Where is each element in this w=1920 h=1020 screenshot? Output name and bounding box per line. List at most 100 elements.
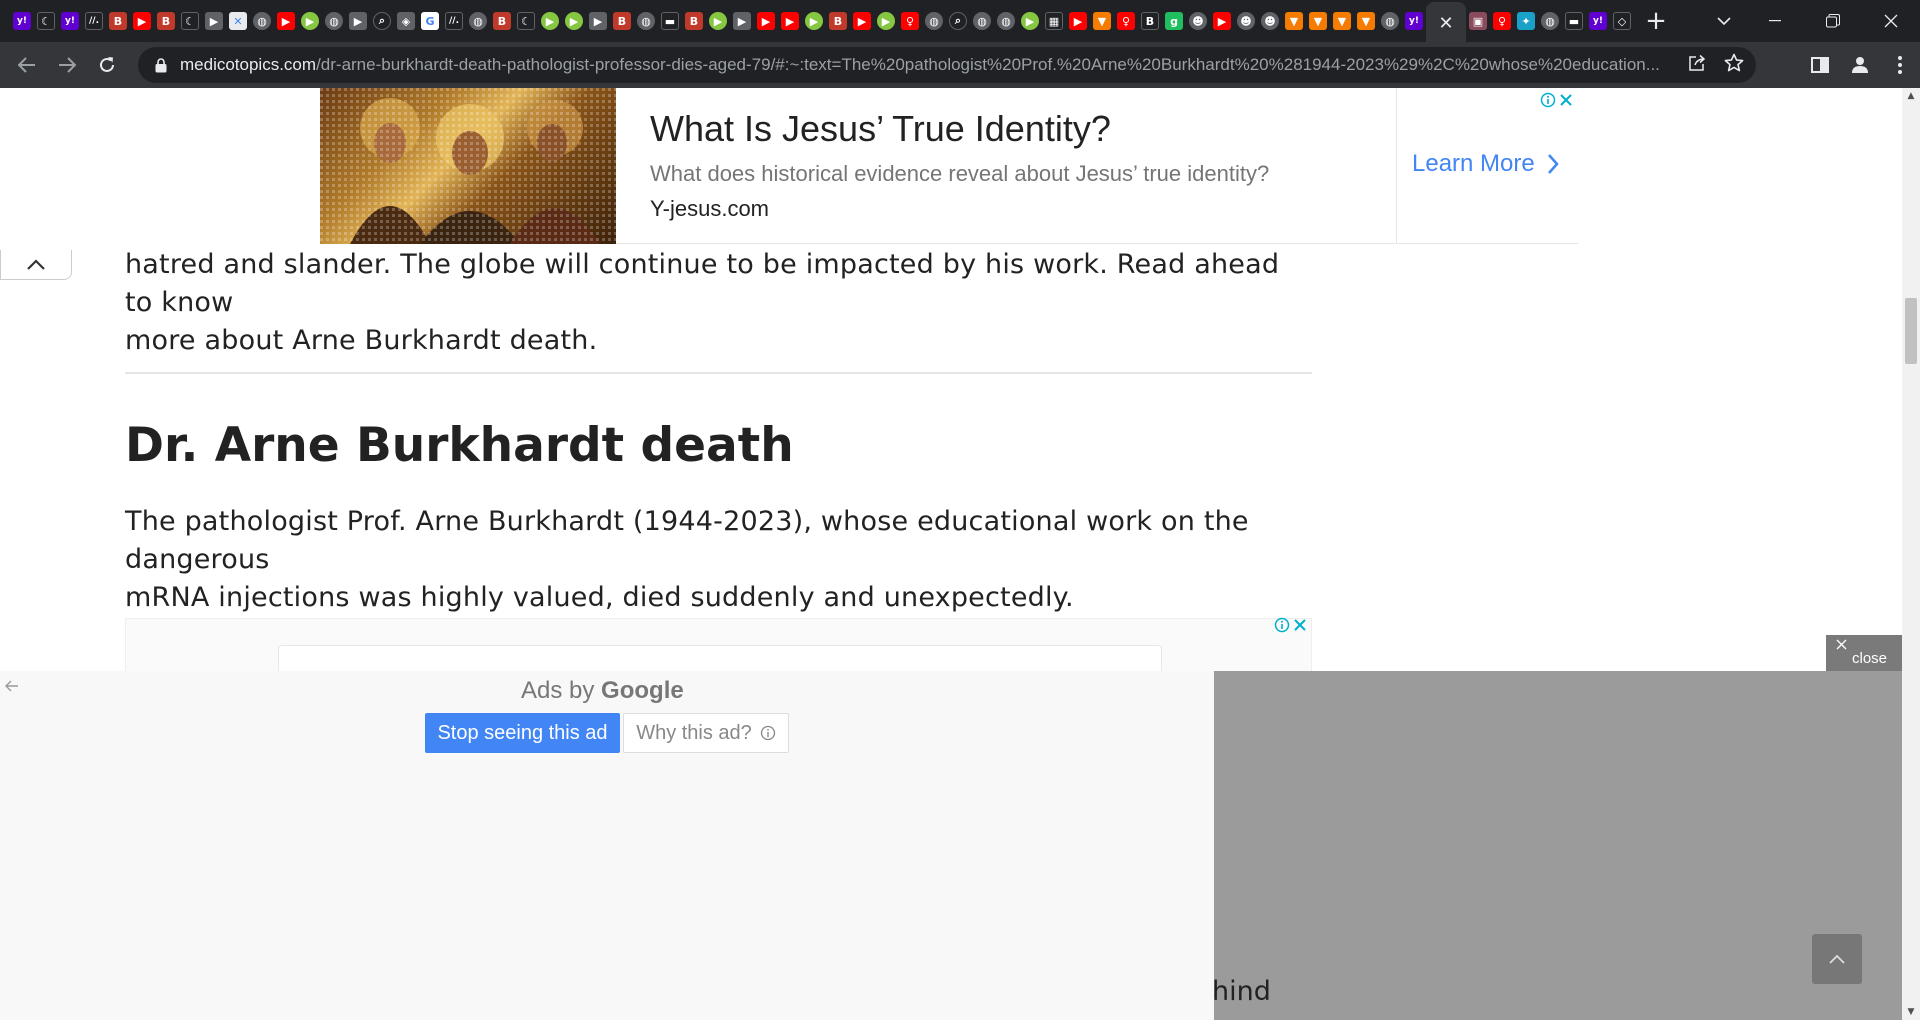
tab-bookmark[interactable]: ▼ <box>1090 0 1114 42</box>
tab-youtube[interactable]: ▶ <box>754 0 778 42</box>
tab-photo[interactable]: ▣ <box>1466 0 1490 42</box>
tab-youtube[interactable]: ▶ <box>1210 0 1234 42</box>
tab-google[interactable]: G <box>418 0 442 42</box>
tab-slash[interactable]: //. <box>442 0 466 42</box>
tab-yahoo[interactable]: y! <box>1586 0 1610 42</box>
tab-youtube[interactable]: ▶ <box>130 0 154 42</box>
adchoices-close-icon[interactable] <box>1294 619 1306 635</box>
tab-search[interactable]: ⌕ <box>946 0 970 42</box>
tab-globe[interactable]: ◍ <box>922 0 946 42</box>
back-arrow-icon[interactable] <box>5 677 19 696</box>
tab-rumble[interactable]: ▶ <box>706 0 730 42</box>
tab-crescent[interactable]: ☾ <box>34 0 58 42</box>
tab-arrow[interactable]: ▶ <box>586 0 610 42</box>
sticky-ad-panel[interactable] <box>1214 671 1902 1020</box>
tab-globe[interactable]: ◍ <box>322 0 346 42</box>
tab-arrow[interactable]: ▶ <box>730 0 754 42</box>
tab-dark[interactable]: ▬ <box>658 0 682 42</box>
tab-arrow[interactable]: ▶ <box>202 0 226 42</box>
tab-rumble[interactable]: ▶ <box>298 0 322 42</box>
tab-bookmark[interactable]: ▼ <box>1354 0 1378 42</box>
tab-globe[interactable]: ◍ <box>1378 0 1402 42</box>
scrollbar-thumb[interactable] <box>1905 298 1917 364</box>
tab-shield[interactable]: ◇ <box>1610 0 1634 42</box>
new-tab-button[interactable]: + <box>1638 0 1674 42</box>
restore-icon[interactable] <box>1804 0 1862 42</box>
tab-bi[interactable]: B <box>154 0 178 42</box>
tab-search-chevron-icon[interactable] <box>1706 0 1742 42</box>
tab-bookmark[interactable]: ▼ <box>1282 0 1306 42</box>
reload-icon[interactable] <box>87 45 127 85</box>
tab-globe[interactable]: ◍ <box>466 0 490 42</box>
tab-globe[interactable]: ◍ <box>994 0 1018 42</box>
tab-yahoo[interactable]: y! <box>10 0 34 42</box>
tab-youtube[interactable]: ▶ <box>778 0 802 42</box>
tab-bookmark[interactable]: ▼ <box>1330 0 1354 42</box>
ad-title[interactable]: What Is Jesus’ True Identity? <box>650 108 1111 150</box>
tab-person[interactable]: ☻ <box>1234 0 1258 42</box>
tab-bi[interactable]: B <box>1138 0 1162 42</box>
tab-rumble[interactable]: ▶ <box>874 0 898 42</box>
adchoices-close-icon[interactable] <box>1560 94 1572 110</box>
tab-yahoo[interactable]: y! <box>58 0 82 42</box>
lock-icon[interactable] <box>152 56 170 74</box>
tab-bi[interactable]: B <box>826 0 850 42</box>
tab-crescent[interactable]: ☾ <box>178 0 202 42</box>
tab-youtube[interactable]: ▶ <box>1066 0 1090 42</box>
url-text[interactable]: medicotopics.com/dr-arne-burkhardt-death… <box>180 55 1700 75</box>
tab-rumble[interactable]: ▶ <box>1018 0 1042 42</box>
adchoices-info-icon[interactable] <box>1540 92 1556 112</box>
tab-close-icon[interactable]: ✕ <box>1438 13 1453 34</box>
ad-domain[interactable]: Y-jesus.com <box>650 196 769 222</box>
tab-dark[interactable]: ▬ <box>1562 0 1586 42</box>
forward-arrow-icon[interactable] <box>47 45 87 85</box>
close-window-icon[interactable] <box>1862 0 1920 42</box>
tab-yahoo[interactable]: y! <box>1402 0 1426 42</box>
tab-bi[interactable]: B <box>682 0 706 42</box>
tab-globe[interactable]: ◍ <box>970 0 994 42</box>
tab-figure[interactable]: ♀ <box>1114 0 1138 42</box>
side-panel-icon[interactable] <box>1800 45 1840 85</box>
collapse-ad-button[interactable] <box>0 250 72 280</box>
ad-description[interactable]: What does historical evidence reveal abo… <box>650 161 1269 187</box>
tab-youtube[interactable]: ▶ <box>850 0 874 42</box>
top-banner-ad[interactable]: What Is Jesus’ True Identity? What does … <box>320 88 1578 244</box>
page-scrollbar[interactable]: ▲ ▼ <box>1902 88 1920 1020</box>
tab-shield[interactable]: ◈ <box>394 0 418 42</box>
tab-x[interactable]: ✕ <box>226 0 250 42</box>
address-bar[interactable]: medicotopics.com/dr-arne-burkhardt-death… <box>138 47 1756 83</box>
scroll-up-arrow-icon[interactable]: ▲ <box>1906 91 1916 101</box>
tab-youtube[interactable]: ▶ <box>274 0 298 42</box>
adchoices-info-icon[interactable] <box>1274 617 1290 637</box>
tab-rumble[interactable]: ▶ <box>802 0 826 42</box>
tab-slash[interactable]: //. <box>82 0 106 42</box>
tab-bi[interactable]: B <box>106 0 130 42</box>
learn-more-button[interactable]: Learn More <box>1412 150 1559 178</box>
profile-icon[interactable] <box>1840 45 1880 85</box>
tab-rumble[interactable]: ▶ <box>538 0 562 42</box>
stop-seeing-ad-button[interactable]: Stop seeing this ad <box>425 713 620 753</box>
tab-bookmark[interactable]: ▼ <box>1306 0 1330 42</box>
scroll-to-top-button[interactable] <box>1812 934 1862 984</box>
tab-bird[interactable]: ✦ <box>1514 0 1538 42</box>
tab-arrow[interactable]: ▶ <box>346 0 370 42</box>
tab-active[interactable]: ✕ <box>1426 2 1466 44</box>
tab-globe[interactable]: ◍ <box>250 0 274 42</box>
tab-news[interactable]: ▦ <box>1042 0 1066 42</box>
why-this-ad-button[interactable]: Why this ad? <box>623 713 789 753</box>
share-icon[interactable] <box>1688 54 1706 76</box>
adchoices[interactable] <box>1540 92 1572 112</box>
adchoices[interactable] <box>1274 617 1306 637</box>
tab-search[interactable]: ⌕ <box>370 0 394 42</box>
bookmark-star-icon[interactable] <box>1724 53 1744 77</box>
menu-kebab-icon[interactable] <box>1880 45 1920 85</box>
tab-crescent[interactable]: ☾ <box>514 0 538 42</box>
close-sticky-ad-button[interactable]: close <box>1826 635 1902 671</box>
tab-g[interactable]: g <box>1162 0 1186 42</box>
ad-mosaic-image[interactable] <box>320 88 616 244</box>
scroll-down-arrow-icon[interactable]: ▼ <box>1906 1007 1916 1017</box>
tab-person[interactable]: ☻ <box>1258 0 1282 42</box>
tab-globe[interactable]: ◍ <box>1538 0 1562 42</box>
back-arrow-icon[interactable] <box>7 45 47 85</box>
tab-person[interactable]: ☻ <box>1186 0 1210 42</box>
